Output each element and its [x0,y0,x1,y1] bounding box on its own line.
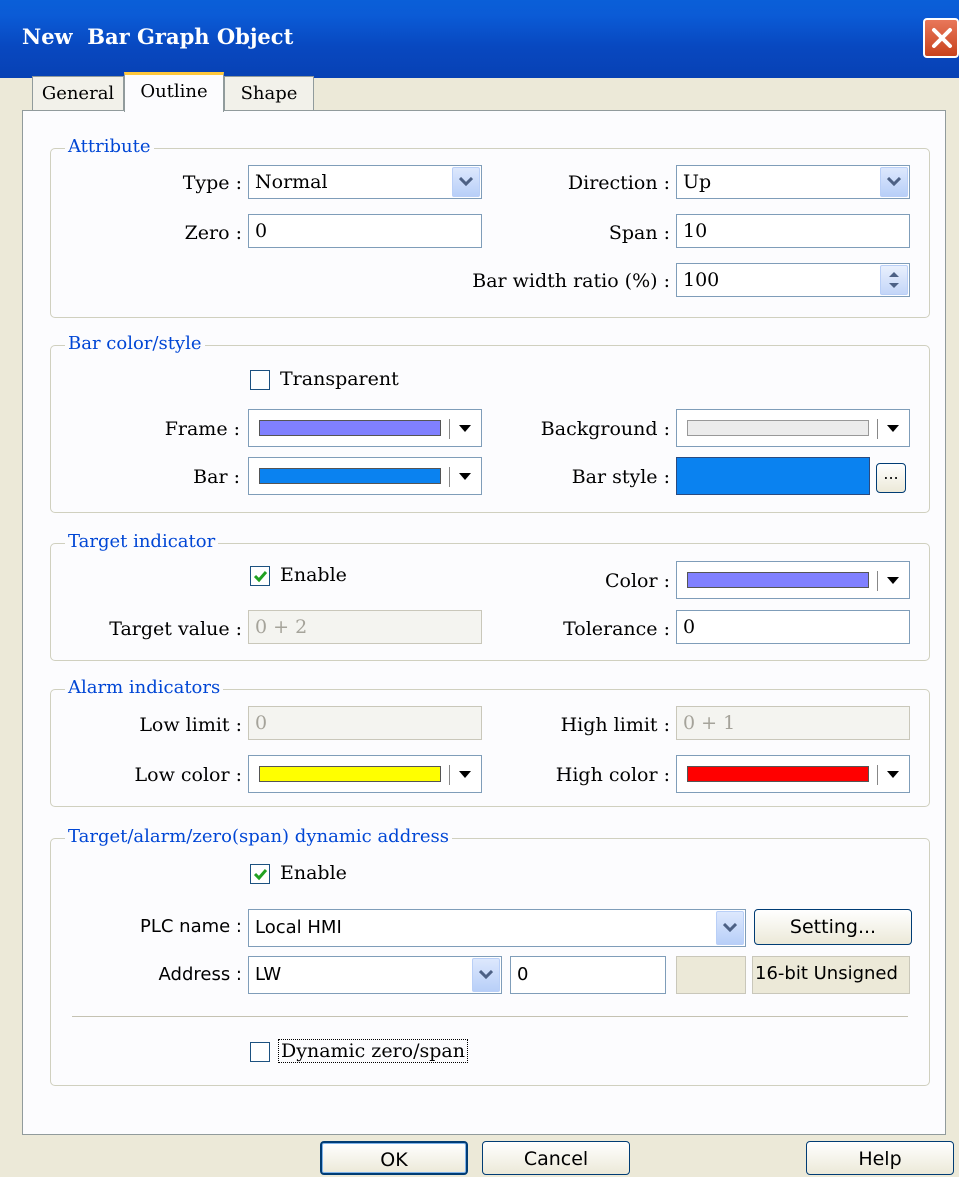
target-indicator-group-label: Target indicator [65,531,219,552]
direction-select-value: Up [683,171,712,193]
transparent-label: Transparent [280,368,399,390]
high-color-picker[interactable] [676,755,910,793]
chevron-down-icon [479,970,493,980]
span-label: Span : [608,222,670,244]
direction-label: Direction : [567,172,670,194]
bar-label: Bar : [193,466,240,488]
bar-width-ratio-spinner[interactable]: 100 [676,263,910,297]
help-button[interactable]: Help [806,1141,954,1175]
plc-name-select[interactable]: Local HMI [248,909,746,947]
address-label: Address : [158,964,242,985]
background-color-swatch [687,420,869,436]
window-title: New Bar Graph Object [22,24,294,49]
bar-style-browse-button[interactable]: ... [876,463,906,493]
chevron-down-icon [887,177,901,187]
chevron-down-icon [723,923,737,933]
tolerance-input[interactable]: 0 [676,610,910,644]
tolerance-label: Tolerance : [563,618,670,640]
plc-name-dropdown-button[interactable] [716,911,744,945]
spin-arrows-icon [889,272,899,288]
alarm-indicators-group-label: Alarm indicators [65,677,224,698]
type-select[interactable]: Normal [248,165,482,199]
target-color-label: Color : [604,570,670,592]
dropdown-arrow-icon [887,425,899,432]
low-color-picker[interactable] [248,755,482,793]
tab-general[interactable]: General [32,76,124,112]
target-enable-label: Enable [280,564,347,586]
high-limit-input[interactable]: 0 + 1 [676,706,910,740]
dynamic-address-group-label: Target/alarm/zero(span) dynamic address [65,826,452,847]
type-dropdown-button[interactable] [452,167,480,197]
type-select-value: Normal [255,171,328,193]
chevron-down-icon [459,177,473,187]
bar-width-ratio-label: Bar width ratio (%) : [472,270,670,292]
background-color-picker[interactable] [676,409,910,447]
dropdown-arrow-icon [887,771,899,778]
direction-select[interactable]: Up [676,165,910,199]
high-color-label: High color : [555,764,670,786]
span-input[interactable]: 10 [676,214,910,248]
data-format-display: 16-bit Unsigned [752,956,910,994]
target-value-label: Target value : [109,618,242,640]
tab-outline[interactable]: Outline [124,72,224,112]
background-label: Background : [540,418,670,440]
divider [72,1016,908,1017]
direction-dropdown-button[interactable] [880,167,908,197]
bar-color-style-group-label: Bar color/style [65,333,205,354]
dynamic-enable-checkbox[interactable] [250,864,270,884]
target-value-input[interactable]: 0 + 2 [248,610,482,644]
bar-style-preview[interactable] [676,457,870,495]
high-color-swatch [687,766,869,782]
target-color-swatch [687,572,869,588]
transparent-checkbox[interactable] [250,370,270,390]
tab-shape[interactable]: Shape [224,76,314,112]
frame-color-swatch [259,420,441,436]
zero-input[interactable]: 0 [248,214,482,248]
plc-name-label: PLC name : [139,916,242,937]
bar-width-ratio-spin-button[interactable] [880,265,908,295]
attribute-group-label: Attribute [65,136,154,157]
dynamic-zero-span-label: Dynamic zero/span [278,1039,468,1063]
frame-label: Frame : [164,418,240,440]
dynamic-zero-span-checkbox[interactable] [250,1042,270,1062]
low-color-swatch [259,766,441,782]
low-limit-label: Low limit : [139,714,242,736]
frame-color-picker[interactable] [248,409,482,447]
address-extra-field [676,956,746,994]
target-enable-checkbox[interactable] [250,566,270,586]
address-value-input[interactable]: 0 [510,956,666,994]
dropdown-arrow-icon [459,473,471,480]
title-bar: New Bar Graph Object [0,0,959,78]
dropdown-arrow-icon [459,425,471,432]
checkmark-icon [253,869,268,881]
checkmark-icon [253,571,268,583]
low-color-label: Low color : [134,764,242,786]
close-icon [932,28,952,48]
bar-color-picker[interactable] [248,457,482,495]
high-limit-label: High limit : [560,714,670,736]
bar-color-swatch [259,468,441,484]
ok-button[interactable]: OK [320,1141,468,1175]
type-label: Type : [182,172,242,194]
target-color-picker[interactable] [676,561,910,599]
bar-style-label: Bar style : [571,466,670,488]
bar-width-ratio-value: 100 [683,269,720,291]
zero-label: Zero : [184,222,242,244]
dynamic-enable-label: Enable [280,862,347,884]
address-device-dropdown-button[interactable] [472,958,500,992]
close-button[interactable] [923,18,959,58]
dropdown-arrow-icon [887,577,899,584]
setting-button[interactable]: Setting... [754,909,912,945]
low-limit-input[interactable]: 0 [248,706,482,740]
dropdown-arrow-icon [459,771,471,778]
plc-name-select-value: Local HMI [255,917,342,938]
address-device-select[interactable]: LW [248,956,502,994]
cancel-button[interactable]: Cancel [482,1141,630,1175]
address-device-value: LW [255,964,282,985]
